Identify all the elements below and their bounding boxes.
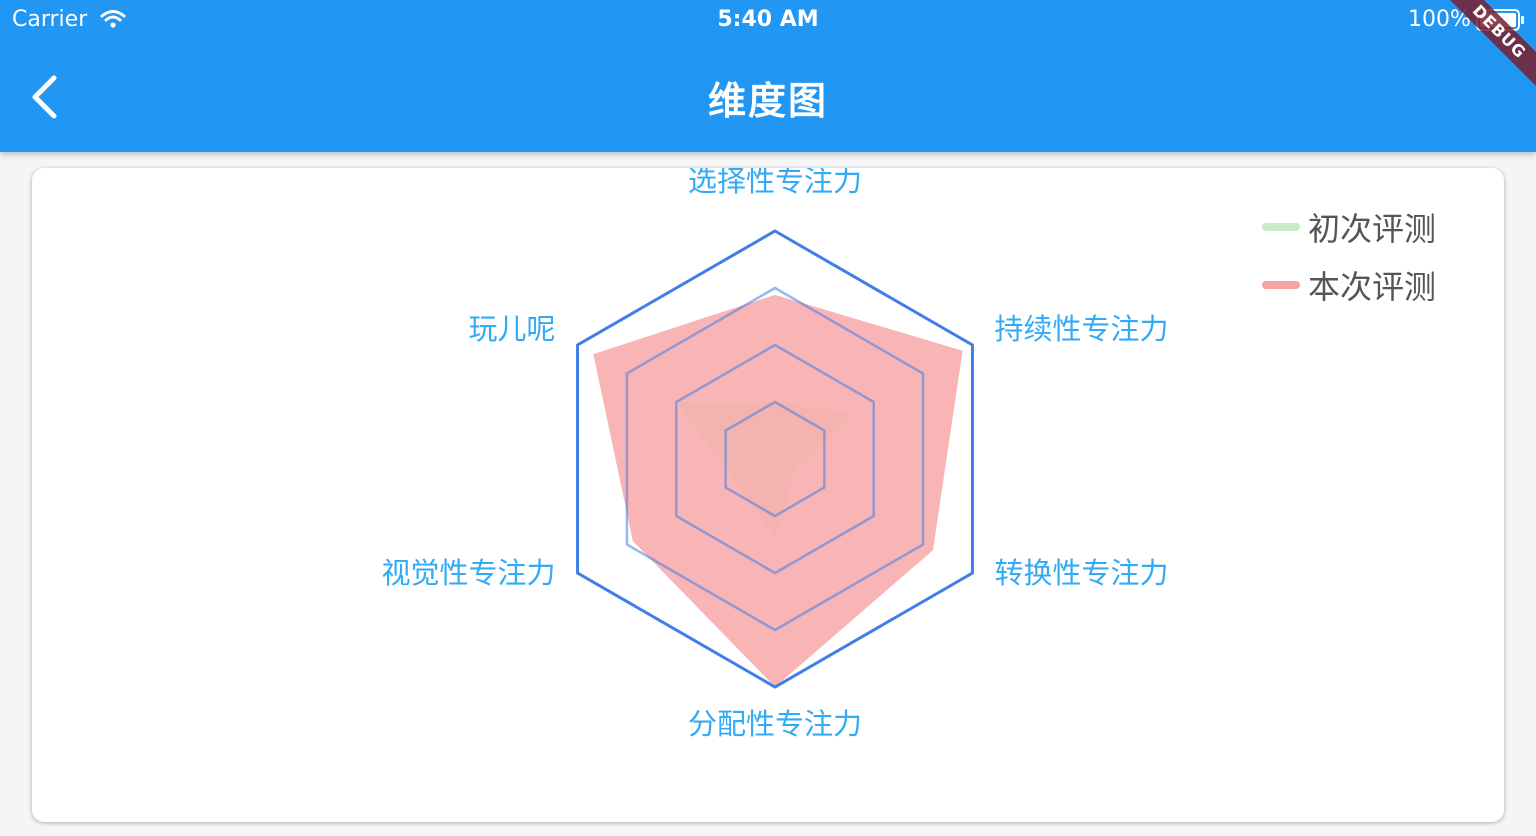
axis-label: 转换性专注力 <box>994 556 1168 590</box>
chart-legend: 初次评测 本次评测 <box>1262 198 1436 314</box>
axis-label: 分配性专注力 <box>688 707 862 741</box>
axis-label: 玩儿呢 <box>469 312 556 346</box>
axis-label: 视觉性专注力 <box>382 556 556 590</box>
page-title: 维度图 <box>707 79 828 123</box>
legend-swatch <box>1262 223 1300 231</box>
legend-item: 本次评测 <box>1262 256 1436 314</box>
chart-card: 选择性专注力持续性专注力 转换性专注力分配性专注力 视觉性专注力 玩儿呢 初次评测本次… <box>32 168 1504 822</box>
legend-item: 初次评测 <box>1262 198 1436 256</box>
legend-swatch <box>1262 281 1300 289</box>
axis-label: 选择性专注力 <box>688 168 862 198</box>
app-bar: Carrier 5:40 AM 100% 维度图 <box>0 0 1536 152</box>
status-time: 5:40 AM <box>717 7 819 32</box>
legend-label: 本次评测 <box>1308 268 1437 306</box>
axis-label: 持续性专注力 <box>994 312 1168 346</box>
legend-label: 初次评测 <box>1308 210 1437 248</box>
